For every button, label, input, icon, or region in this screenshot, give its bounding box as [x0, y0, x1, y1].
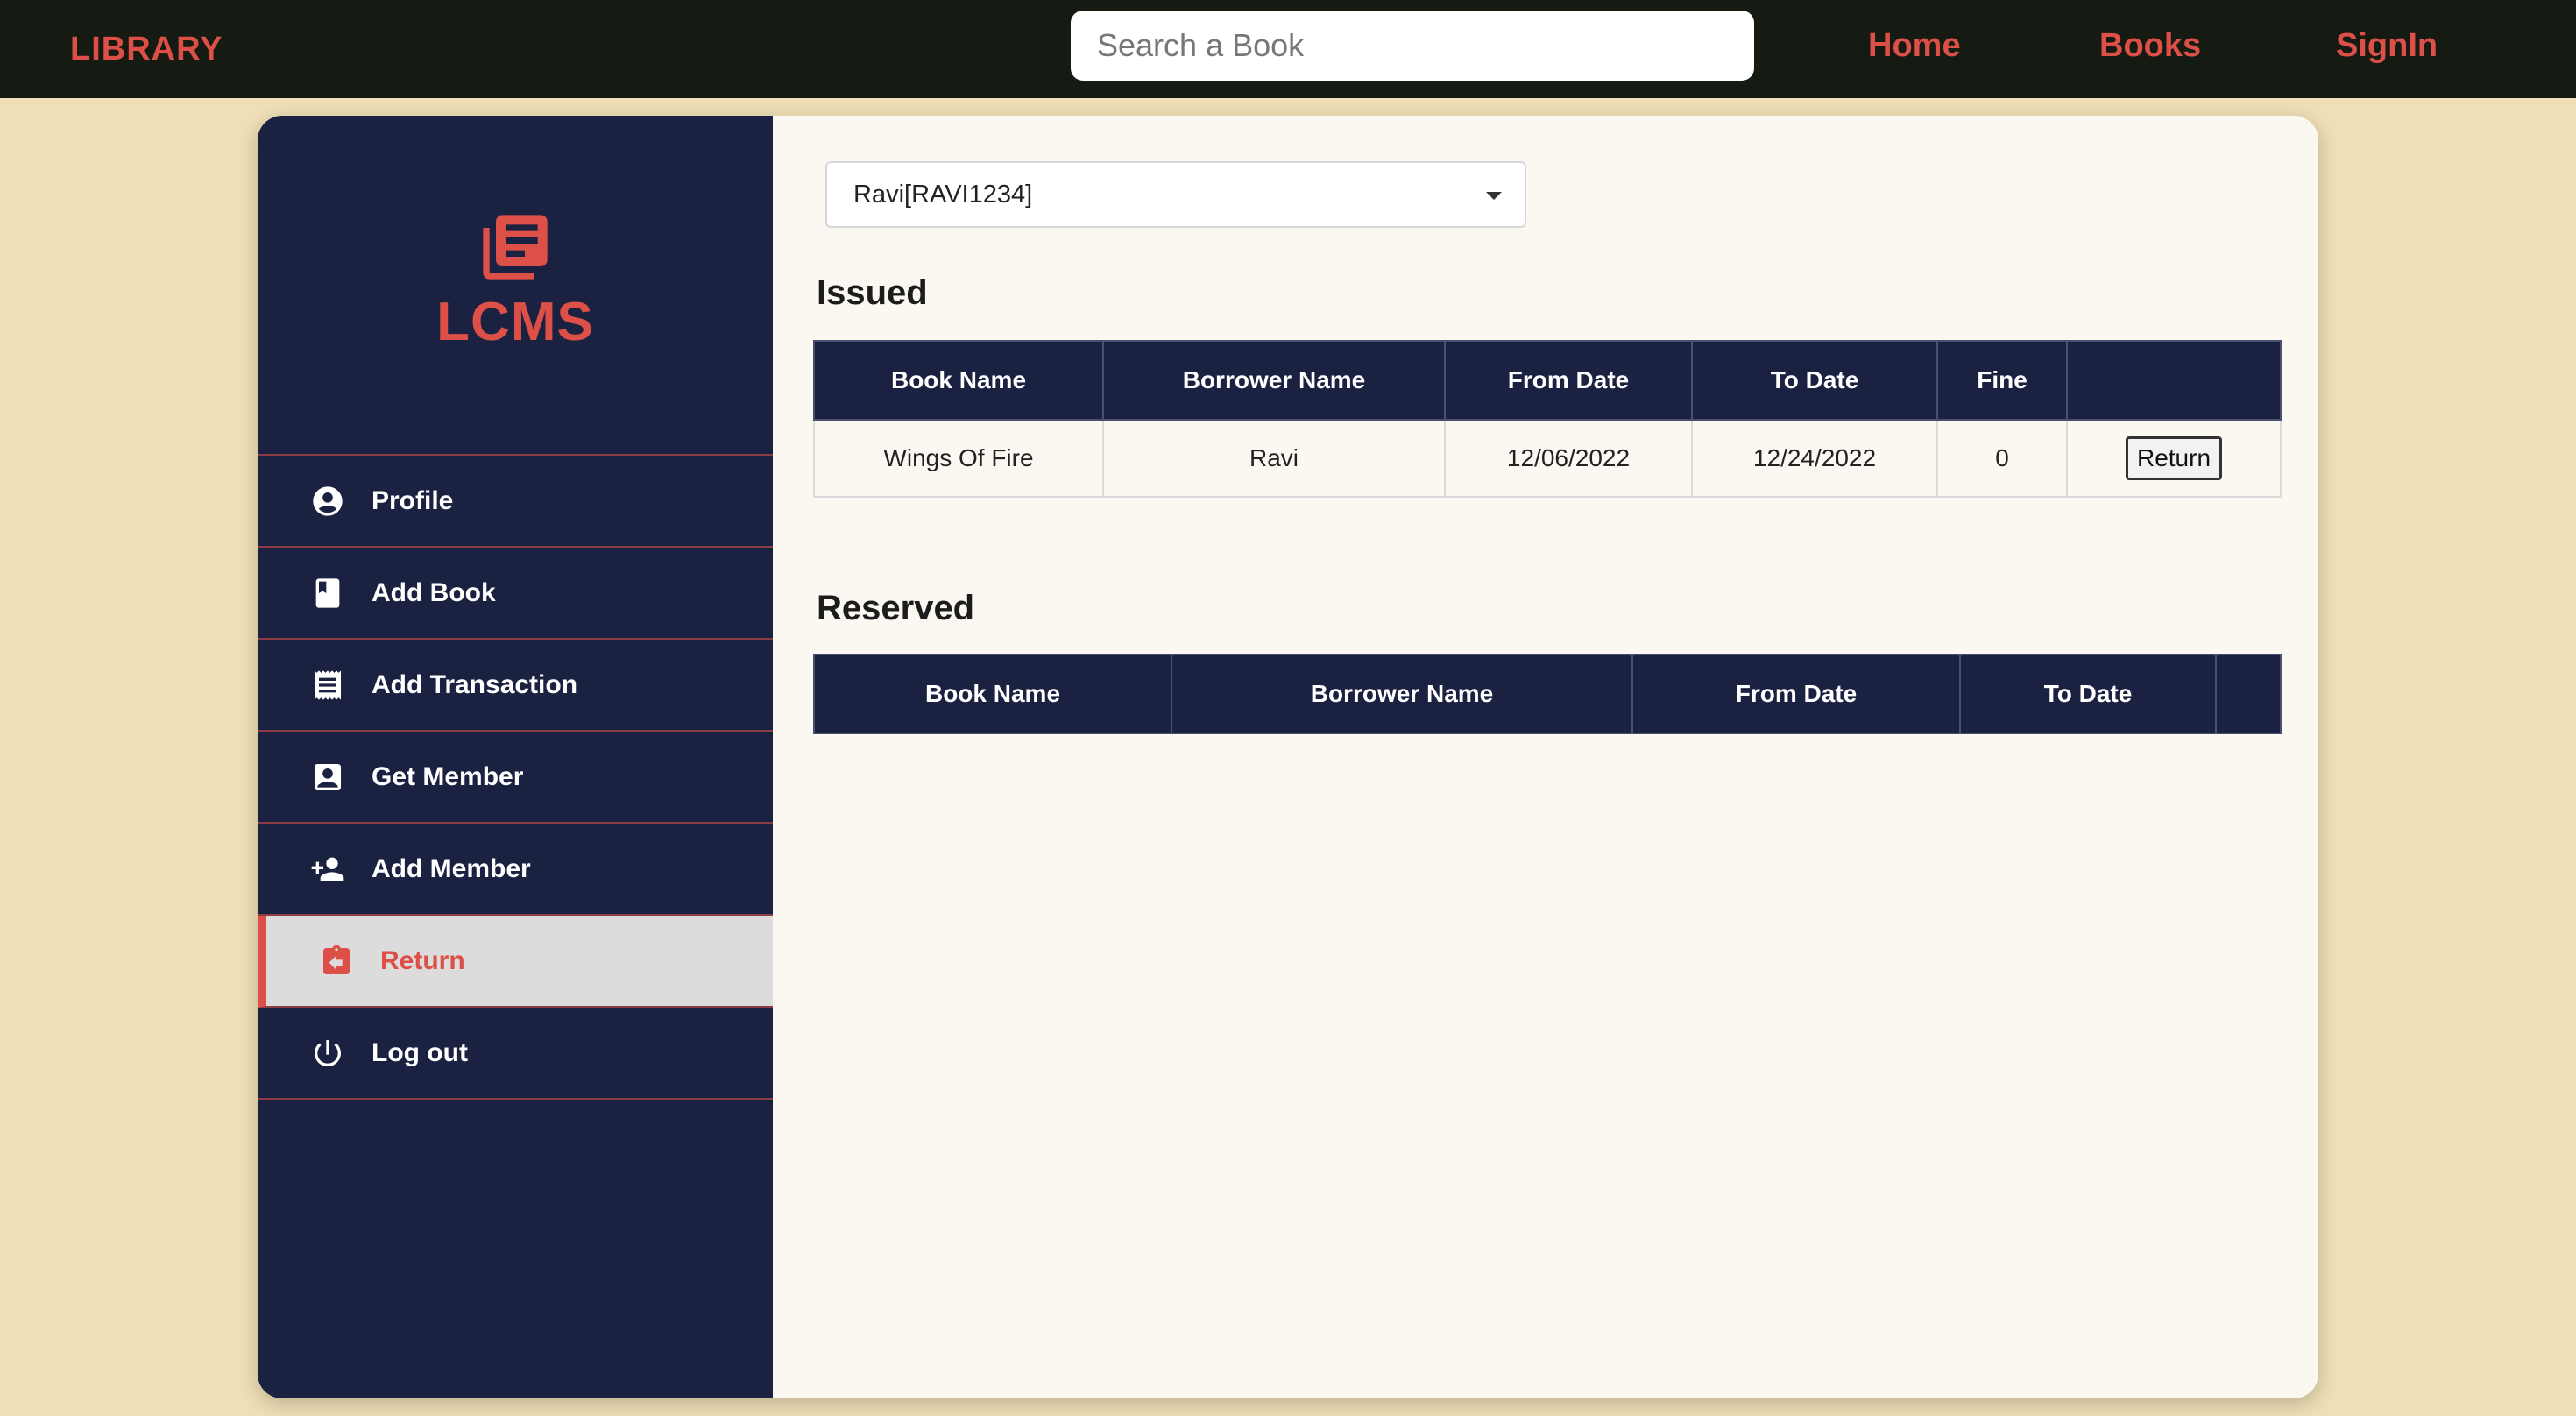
top-navbar: LIBRARY Home Books SignIn: [0, 0, 2576, 98]
column-header-borrower-name: Borrower Name: [1102, 340, 1446, 421]
sidebar-item-add-member[interactable]: Add Member: [258, 824, 773, 916]
member-select-value: Ravi[RAVI1234]: [853, 180, 1033, 209]
receipt-icon: [310, 668, 345, 703]
reserved-section-title: Reserved: [817, 589, 975, 627]
column-header-to-date: To Date: [1959, 654, 2217, 734]
column-header-borrower-name: Borrower Name: [1171, 654, 1633, 734]
dashboard-card: LCMS Profile Add Book Add Transaction Ge…: [258, 116, 2318, 1398]
sidebar-item-label: Log out: [372, 1037, 468, 1067]
contact-card-icon: [310, 760, 345, 795]
cell-book-name: Wings Of Fire: [813, 419, 1104, 498]
nav-link-books[interactable]: Books: [2099, 0, 2201, 98]
table-header-row: Book Name Borrower Name From Date To Dat…: [813, 654, 2282, 734]
sidebar-item-profile[interactable]: Profile: [258, 456, 773, 548]
power-icon: [310, 1036, 345, 1071]
sidebar-logo-text: LCMS: [436, 292, 594, 352]
sidebar-item-label: Add Transaction: [372, 669, 578, 699]
column-header-book-name: Book Name: [813, 340, 1104, 421]
table-row: Wings Of Fire Ravi 12/06/2022 12/24/2022…: [813, 419, 2282, 498]
sidebar: LCMS Profile Add Book Add Transaction Ge…: [258, 116, 773, 1398]
sidebar-item-label: Return: [380, 945, 465, 975]
sidebar-item-label: Add Book: [372, 577, 496, 607]
brand-logo-text[interactable]: LIBRARY: [70, 0, 223, 98]
reserved-table: Book Name Borrower Name From Date To Dat…: [813, 654, 2282, 734]
member-select-dropdown[interactable]: Ravi[RAVI1234]: [825, 161, 1526, 228]
column-header-fine: Fine: [1936, 340, 2068, 421]
sidebar-item-add-book[interactable]: Add Book: [258, 548, 773, 640]
chevron-down-icon: [1486, 192, 1502, 200]
nav-link-home[interactable]: Home: [1868, 0, 1961, 98]
cell-fine: 0: [1936, 419, 2068, 498]
nav-link-signin[interactable]: SignIn: [2336, 0, 2438, 98]
account-circle-icon: [310, 484, 345, 519]
column-header-action: [2215, 654, 2282, 734]
search-input[interactable]: [1071, 11, 1754, 81]
column-header-book-name: Book Name: [813, 654, 1172, 734]
sidebar-item-return[interactable]: Return: [258, 916, 773, 1008]
assignment-return-icon: [319, 944, 354, 979]
cell-action: Return: [2066, 419, 2282, 498]
cell-from-date: 12/06/2022: [1444, 419, 1693, 498]
book-icon: [310, 576, 345, 611]
return-button[interactable]: Return: [2125, 436, 2223, 480]
library-books-icon: [483, 215, 548, 280]
issued-table: Book Name Borrower Name From Date To Dat…: [813, 340, 2282, 498]
sidebar-item-get-member[interactable]: Get Member: [258, 732, 773, 824]
person-add-icon: [310, 852, 345, 887]
column-header-action: [2066, 340, 2282, 421]
column-header-to-date: To Date: [1691, 340, 1938, 421]
sidebar-item-label: Get Member: [372, 761, 524, 791]
sidebar-item-label: Add Member: [372, 853, 531, 883]
cell-borrower-name: Ravi: [1102, 419, 1446, 498]
sidebar-item-label: Profile: [372, 485, 454, 515]
table-header-row: Book Name Borrower Name From Date To Dat…: [813, 340, 2282, 421]
main-content: Ravi[RAVI1234] Issued Book Name Borrower…: [773, 116, 2318, 1398]
column-header-from-date: From Date: [1631, 654, 1961, 734]
sidebar-item-add-transaction[interactable]: Add Transaction: [258, 640, 773, 732]
sidebar-item-logout[interactable]: Log out: [258, 1008, 773, 1100]
sidebar-menu: Profile Add Book Add Transaction Get Mem…: [258, 454, 773, 1100]
column-header-from-date: From Date: [1444, 340, 1693, 421]
issued-section-title: Issued: [817, 273, 928, 312]
cell-to-date: 12/24/2022: [1691, 419, 1938, 498]
